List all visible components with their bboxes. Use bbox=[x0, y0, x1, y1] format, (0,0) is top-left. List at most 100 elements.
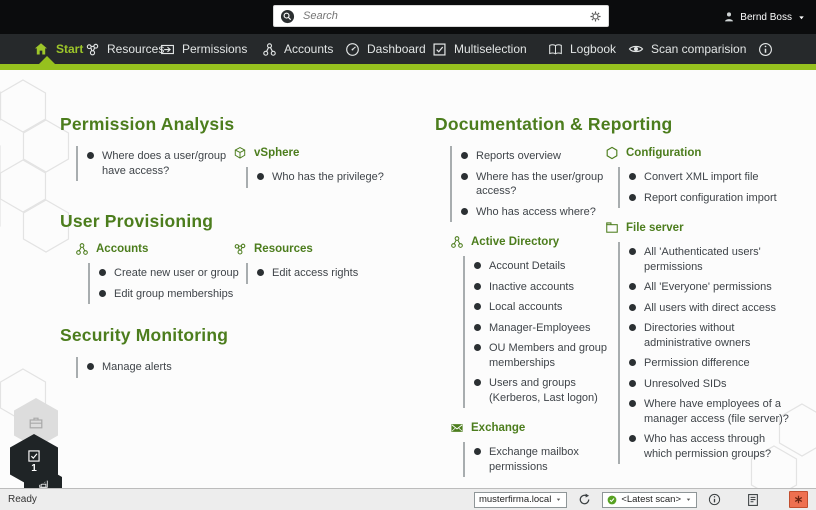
subsection-resources: Resources bbox=[233, 242, 401, 256]
nav-scan-comparison[interactable]: Scan comparision bbox=[628, 34, 746, 64]
search-options-gear-icon[interactable] bbox=[589, 10, 602, 23]
alerts-button[interactable] bbox=[789, 491, 808, 508]
menu-link-access-through-permission-groups[interactable]: Who has access through which permission … bbox=[629, 432, 790, 461]
search-input[interactable] bbox=[301, 9, 583, 23]
subsection-active-directory: Active Directory bbox=[450, 235, 628, 249]
nav-permissions[interactable]: Permissions bbox=[160, 34, 247, 64]
menu-link-unresolved-sids[interactable]: Unresolved SIDs bbox=[629, 377, 790, 392]
briefcase-icon bbox=[28, 415, 44, 431]
chevron-down-icon bbox=[797, 13, 806, 22]
menu-link-who-privilege[interactable]: Who has the privilege? bbox=[257, 170, 401, 185]
logbook-icon bbox=[548, 42, 563, 57]
bullet-icon bbox=[474, 262, 481, 269]
info-icon bbox=[708, 493, 721, 506]
menu-link-manage-alerts[interactable]: Manage alerts bbox=[87, 360, 244, 375]
menu-link-where-has-access[interactable]: Where has the user/group access? bbox=[461, 170, 628, 199]
accounts-icon bbox=[262, 42, 277, 57]
nav-multiselection[interactable]: Multiselection bbox=[432, 34, 527, 64]
menu-link-manager-employees-fileserver[interactable]: Where have employees of a manager access… bbox=[629, 397, 790, 426]
subsection-configuration: Configuration bbox=[605, 146, 790, 160]
menu-link-reports-overview[interactable]: Reports overview bbox=[461, 149, 628, 164]
vsphere-column: vSphere Who has the privilege? bbox=[233, 146, 401, 188]
start-page: Permission Analysis Where does a user/gr… bbox=[0, 70, 816, 488]
menu-link-convert-xml[interactable]: Convert XML import file bbox=[629, 170, 790, 185]
menu-link-create-user[interactable]: Create new user or group bbox=[99, 266, 243, 281]
global-search[interactable] bbox=[273, 5, 609, 27]
documentation-column-2: Configuration Convert XML import file Re… bbox=[605, 146, 790, 464]
subsection-accounts: Accounts bbox=[75, 242, 243, 256]
bullet-icon bbox=[474, 324, 481, 331]
menu-link-direct-access[interactable]: All users with direct access bbox=[629, 301, 790, 316]
bullet-icon bbox=[629, 359, 636, 366]
subsection-file-server: File server bbox=[605, 221, 790, 235]
home-icon bbox=[33, 41, 49, 57]
active-directory-icon bbox=[450, 235, 464, 249]
bullet-icon bbox=[474, 303, 481, 310]
menu-link-everyone-permissions[interactable]: All 'Everyone' permissions bbox=[629, 280, 790, 295]
menu-link-who-has-access-where[interactable]: Who has access where? bbox=[461, 205, 628, 220]
bullet-icon bbox=[99, 269, 106, 276]
refresh-icon bbox=[578, 493, 591, 506]
menu-link-report-config-import[interactable]: Report configuration import bbox=[629, 191, 790, 206]
configuration-hexagon-icon bbox=[605, 146, 619, 160]
bullet-icon bbox=[629, 173, 636, 180]
scan-select[interactable]: <Latest scan> bbox=[602, 492, 697, 508]
domain-select[interactable]: musterfirma.local bbox=[474, 492, 567, 508]
chevron-down-icon bbox=[685, 496, 692, 503]
menu-link-where-access[interactable]: Where does a user/group have access? bbox=[87, 149, 244, 178]
bullet-icon bbox=[257, 173, 264, 180]
subsection-exchange: Exchange bbox=[450, 421, 628, 435]
top-bar: Bernd Boss bbox=[0, 0, 816, 34]
resources-icon bbox=[85, 42, 100, 57]
scan-comparison-icon bbox=[628, 41, 644, 57]
permission-analysis-items: Where does a user/group have access? bbox=[76, 146, 244, 181]
accounts-org-icon bbox=[75, 242, 89, 256]
menu-link-permission-difference[interactable]: Permission difference bbox=[629, 356, 790, 371]
refresh-button[interactable] bbox=[578, 493, 591, 506]
resources-molecule-icon bbox=[233, 242, 247, 256]
bullet-icon bbox=[87, 363, 94, 370]
nav-accounts[interactable]: Accounts bbox=[262, 34, 333, 64]
menu-link-edit-access-rights[interactable]: Edit access rights bbox=[257, 266, 401, 281]
nav-resources[interactable]: Resources bbox=[85, 34, 164, 64]
bullet-icon bbox=[474, 344, 481, 351]
info-icon bbox=[758, 42, 773, 57]
menu-link-authenticated-users[interactable]: All 'Authenticated users' permissions bbox=[629, 245, 790, 274]
dashboard-icon bbox=[345, 42, 360, 57]
nav-dashboard[interactable]: Dashboard bbox=[345, 34, 426, 64]
bullet-icon bbox=[474, 448, 481, 455]
bullet-icon bbox=[629, 304, 636, 311]
accounts-column: Accounts Create new user or group Edit g… bbox=[75, 242, 243, 304]
permissions-icon bbox=[160, 42, 175, 57]
bullet-icon bbox=[461, 208, 468, 215]
bullet-icon bbox=[629, 324, 636, 331]
user-menu[interactable]: Bernd Boss bbox=[723, 0, 806, 34]
menu-link-edit-memberships[interactable]: Edit group memberships bbox=[99, 287, 243, 302]
exchange-envelope-icon bbox=[450, 421, 464, 435]
bullet-icon bbox=[629, 248, 636, 255]
bullet-icon bbox=[629, 380, 636, 387]
section-title-user-provisioning: User Provisioning bbox=[60, 211, 213, 232]
nav-info[interactable] bbox=[758, 34, 773, 64]
status-bar: Ready musterfirma.local <Latest scan> bbox=[0, 488, 816, 510]
multiselection-icon bbox=[432, 42, 447, 57]
bullet-icon bbox=[99, 290, 106, 297]
resources-column: Resources Edit access rights bbox=[233, 242, 401, 284]
status-text: Ready bbox=[8, 494, 37, 505]
bullet-icon bbox=[474, 283, 481, 290]
security-monitoring-items: Manage alerts bbox=[76, 357, 244, 378]
subsection-vsphere: vSphere bbox=[233, 146, 401, 160]
report-queue-button[interactable] bbox=[746, 493, 760, 507]
bullet-icon bbox=[629, 435, 636, 442]
scan-info-button[interactable] bbox=[708, 493, 721, 506]
menu-link-directories-without-owners[interactable]: Directories without administrative owner… bbox=[629, 321, 790, 350]
report-icon bbox=[746, 493, 760, 507]
multiselection-icon bbox=[27, 449, 41, 463]
vsphere-cube-icon bbox=[233, 146, 247, 160]
active-tab-pointer bbox=[38, 56, 56, 65]
nav-logbook[interactable]: Logbook bbox=[548, 34, 616, 64]
bullet-icon bbox=[461, 152, 468, 159]
bullet-icon bbox=[629, 283, 636, 290]
scan-ok-icon bbox=[607, 495, 617, 505]
multiselection-count: 1 bbox=[31, 464, 37, 474]
